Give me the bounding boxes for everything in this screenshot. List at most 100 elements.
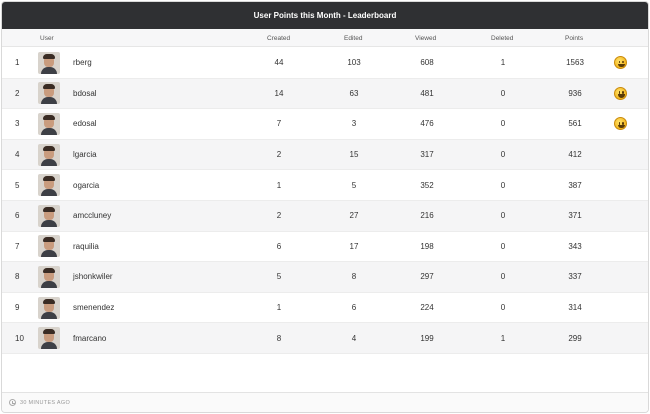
created-cell: 1 [276,303,282,313]
avatar-cell [38,140,60,170]
rank-cell: 1 [15,58,20,68]
username-cell[interactable]: bdosal [73,79,97,109]
deleted-cell: 1 [500,58,506,68]
avatar [38,235,60,258]
column-header-created: Created [267,35,291,42]
widget-title: User Points this Month - Leaderboard [253,11,397,20]
rank-cell: 7 [15,241,20,251]
avatar [38,296,60,319]
username-cell[interactable]: amccluney [73,201,111,231]
deleted-cell: 1 [500,333,506,343]
rank-cell: 4 [15,150,20,160]
deleted-cell: 0 [500,150,506,160]
table-header: User Created Edited Viewed Deleted Point… [2,29,648,47]
points-cell: 412 [568,150,582,160]
table-row[interactable]: 8 jshonkwiler 5 8 297 0 337 [2,262,648,293]
viewed-cell: 198 [420,241,434,251]
edited-cell: 6 [351,303,357,313]
edited-cell: 4 [351,333,357,343]
viewed-cell: 608 [420,58,434,68]
points-cell: 1563 [566,58,584,68]
rank-cell: 10 [15,333,24,343]
smiley-icon [614,56,627,70]
avatar [38,82,60,105]
table-row[interactable]: 9 smenendez 1 6 224 0 314 [2,293,648,324]
points-cell: 371 [568,211,582,221]
column-header-edited: Edited [344,35,363,42]
edited-cell: 15 [349,150,359,160]
avatar [38,174,60,197]
deleted-cell: 0 [500,119,506,129]
avatar-cell [38,201,60,231]
points-cell: 561 [568,119,582,129]
table-row[interactable]: 3 edosal 7 3 476 0 561 [2,109,648,140]
rank-cell: 3 [15,119,20,129]
edited-cell: 63 [349,88,359,98]
avatar [38,204,60,227]
username-cell[interactable]: edosal [73,109,97,139]
table-row[interactable]: 10 fmarcano 8 4 199 1 299 [2,323,648,354]
created-cell: 2 [276,211,282,221]
avatar-cell [38,232,60,262]
avatar [38,265,60,288]
created-cell: 1 [276,180,282,190]
badge-cell [614,79,627,109]
column-header-viewed: Viewed [415,35,437,42]
rank-cell: 2 [15,88,20,98]
username-cell[interactable]: rberg [73,48,92,78]
rank-cell: 6 [15,211,20,221]
table-row[interactable]: 7 raquilia 6 17 198 0 343 [2,232,648,263]
viewed-cell: 481 [420,88,434,98]
viewed-cell: 224 [420,303,434,313]
widget-footer: 30 MINUTES AGO [2,392,648,412]
avatar [38,51,60,74]
deleted-cell: 0 [500,211,506,221]
viewed-cell: 352 [420,180,434,190]
rank-cell: 8 [15,272,20,282]
table-row[interactable]: 2 bdosal 14 63 481 0 936 [2,78,648,110]
viewed-cell: 317 [420,150,434,160]
points-cell: 936 [568,88,582,98]
viewed-cell: 199 [420,333,434,343]
avatar-cell [38,79,60,109]
table-row[interactable]: 1 rberg 44 103 608 1 1563 [2,48,648,79]
table-row[interactable]: 4 lgarcia 2 15 317 0 412 [2,139,648,171]
leaderboard-rows: 1 rberg 44 103 608 1 1563 2 bdosal 14 63 481 0 936 3 ed… [2,48,648,354]
viewed-cell: 297 [420,272,434,282]
username-cell[interactable]: lgarcia [73,140,97,170]
avatar-cell [38,323,60,353]
edited-cell: 3 [351,119,357,129]
deleted-cell: 0 [500,272,506,282]
username-cell[interactable]: smenendez [73,293,114,323]
viewed-cell: 216 [420,211,434,221]
username-cell[interactable]: fmarcano [73,323,106,353]
points-cell: 337 [568,272,582,282]
rank-cell: 5 [15,180,20,190]
created-cell: 7 [276,119,282,129]
leaderboard-widget: User Points this Month - Leaderboard Use… [1,1,649,413]
points-cell: 343 [568,241,582,251]
deleted-cell: 0 [500,180,506,190]
created-cell: 44 [274,58,284,68]
avatar-cell [38,48,60,78]
edited-cell: 103 [347,58,361,68]
rank-cell: 9 [15,303,20,313]
username-cell[interactable]: jshonkwiler [73,262,113,292]
badge-cell [614,109,627,139]
clock-icon [9,399,16,406]
avatar-cell [38,170,60,200]
points-cell: 387 [568,180,582,190]
deleted-cell: 0 [500,88,506,98]
column-header-deleted: Deleted [491,35,514,42]
column-header-points: Points [565,35,584,42]
smiley-icon [614,86,627,100]
avatar [38,327,60,350]
created-cell: 5 [276,272,282,282]
column-header-user: User [40,35,54,42]
viewed-cell: 476 [420,119,434,129]
username-cell[interactable]: raquilia [73,232,99,262]
table-row[interactable]: 5 ogarcia 1 5 352 0 387 [2,170,648,201]
avatar [38,112,60,135]
username-cell[interactable]: ogarcia [73,170,99,200]
table-row[interactable]: 6 amccluney 2 27 216 0 371 [2,200,648,232]
